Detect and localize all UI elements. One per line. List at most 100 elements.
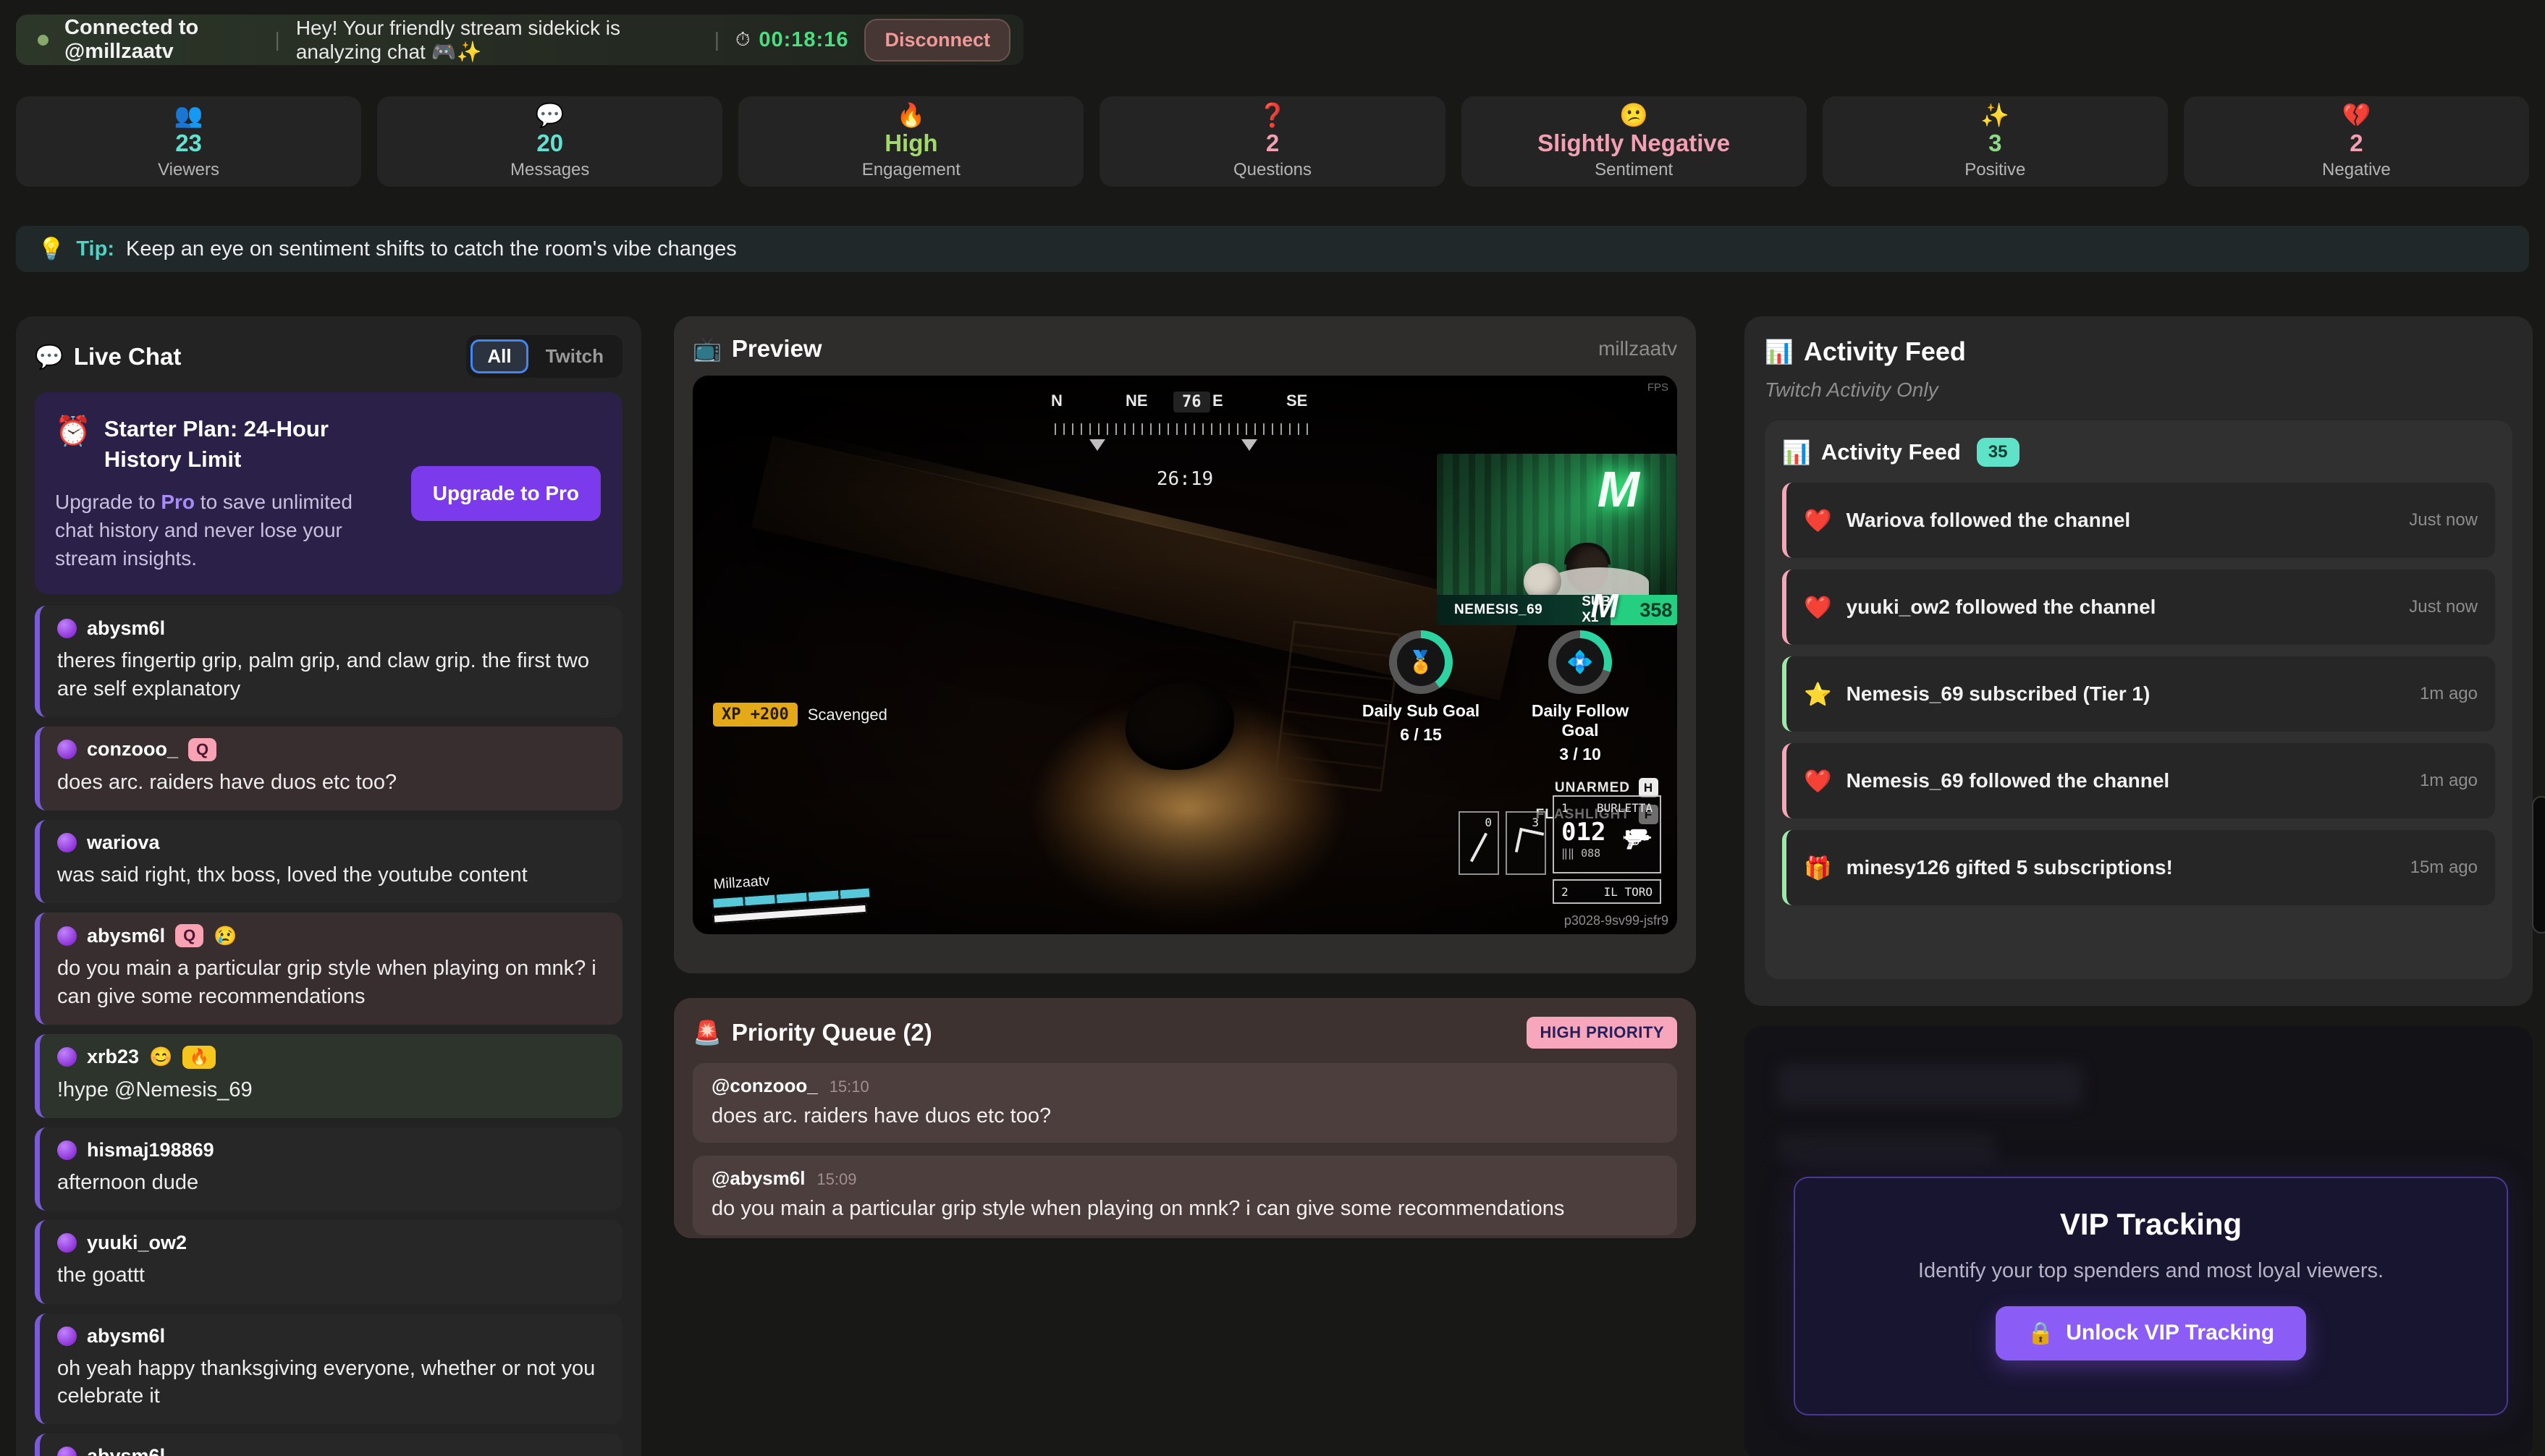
avatar <box>57 833 77 852</box>
xp-badge: XP +200 <box>713 703 798 727</box>
live-chat-title: Live Chat <box>74 343 182 371</box>
avatar <box>57 926 77 946</box>
points-value: 358 <box>1611 595 1677 625</box>
compass-n: N <box>1051 391 1063 410</box>
priority-queue-item[interactable]: @conzooo_ 15:10 does arc. raiders have d… <box>693 1063 1677 1143</box>
queue-timestamp: 15:10 <box>830 1078 869 1096</box>
goal-widget: 💠 Daily Follow Goal 3 / 10 <box>1515 630 1645 764</box>
avatar <box>57 1233 77 1253</box>
activity-event-icon: 🎁 <box>1804 855 1832 881</box>
sentiment-emoji: 😊 <box>149 1046 172 1068</box>
priority-queue-item[interactable]: @abysm6l 15:09 do you main a particular … <box>693 1156 1677 1235</box>
activity-event-icon: ⭐ <box>1804 681 1832 708</box>
stat-icon: 🔥 <box>897 103 926 127</box>
compass-ticks <box>1055 423 1315 435</box>
hype-badge: 🔥 <box>182 1046 215 1069</box>
priority-queue-panel: 🚨 Priority Queue (2) HIGH PRIORITY @conz… <box>674 998 1696 1238</box>
chat-message[interactable]: abysm6l oh yeah happy thanksgiving every… <box>35 1313 622 1425</box>
stream-preview-video: N NE 76 E SE 26:19 FPS XP +200 Scavenged <box>693 376 1677 934</box>
stat-card: ❓ 2 Questions <box>1100 96 1445 187</box>
activity-event-time: 15m ago <box>2410 858 2478 878</box>
vip-locked-panel: VIP Tracking Identify your top spenders … <box>1744 1026 2533 1456</box>
chat-message-text: the goattt <box>57 1261 605 1289</box>
activity-item: ❤️ Nemesis_69 followed the channel 1m ag… <box>1782 743 2495 818</box>
chat-message[interactable]: abysm6l Q 😢 do you main a particular gri… <box>35 913 622 1025</box>
chat-username: xrb23 <box>87 1046 139 1068</box>
activity-event-time: Just now <box>2409 510 2478 530</box>
chat-message[interactable]: xrb23 😊 🔥 !hype @Nemesis_69 <box>35 1034 622 1118</box>
xp-action-label: Scavenged <box>808 706 887 724</box>
ammo-count: 012 <box>1561 818 1605 847</box>
queue-message-text: do you main a particular grip style when… <box>712 1197 1658 1221</box>
tool-slot: 3 <box>1506 811 1546 875</box>
activity-event-text: Nemesis_69 followed the channel <box>1847 769 2170 792</box>
upgrade-to-pro-button[interactable]: Upgrade to Pro <box>411 466 601 521</box>
starter-plan-title: Starter Plan: 24-Hour History Limit <box>104 414 365 475</box>
chat-username: abysm6l <box>87 925 165 947</box>
filter-twitch-button[interactable]: Twitch <box>531 339 618 373</box>
activity-item: ❤️ Wariova followed the channel Just now <box>1782 483 2495 558</box>
chat-message-text: was said right, thx boss, loved the yout… <box>57 861 605 889</box>
compass-se: SE <box>1286 391 1307 410</box>
preview-title: Preview <box>732 335 822 363</box>
high-priority-badge: HIGH PRIORITY <box>1527 1017 1677 1049</box>
unlock-vip-label: Unlock VIP Tracking <box>2066 1321 2274 1345</box>
connected-status-icon <box>38 35 48 46</box>
daily-goals: 🏅 Daily Sub Goal 6 / 15 💠 Daily Follow G… <box>1356 630 1645 764</box>
filter-all-button[interactable]: All <box>470 339 528 373</box>
stat-value: 3 <box>1988 130 2001 157</box>
unlock-vip-button[interactable]: 🔒 Unlock VIP Tracking <box>1996 1306 2306 1360</box>
activity-feed-card: 📊 Activity Feed 35 ❤️ Wariova followed t… <box>1765 420 2512 979</box>
chat-message[interactable]: conzooo_ Q does arc. raiders have duos e… <box>35 727 622 810</box>
activity-event-icon: ❤️ <box>1804 507 1832 534</box>
compass-hud: N NE 76 E SE <box>693 391 1677 416</box>
goal-label: Daily Follow Goal <box>1515 701 1645 740</box>
fps-label: FPS <box>1647 381 1668 394</box>
chat-message[interactable]: abysm6l fingertip grip mouse* <box>35 1434 622 1456</box>
divider: | <box>275 28 280 51</box>
activity-feed-subtitle: Twitch Activity Only <box>1765 378 2512 402</box>
connection-bar: Connected to @millzaatv | Hey! Your frie… <box>16 14 1024 65</box>
stat-card: 💬 20 Messages <box>377 96 722 187</box>
facecam-overlay: M NEMESIS_69 SUB X1 M 358 <box>1437 454 1677 625</box>
goal-widget: 🏅 Daily Sub Goal 6 / 15 <box>1356 630 1486 764</box>
stat-icon: 💔 <box>2342 103 2371 127</box>
chat-username: wariova <box>87 831 160 854</box>
slot-number: 3 <box>1532 816 1539 829</box>
alert-username: NEMESIS_69 <box>1454 602 1542 618</box>
activity-event-text: Wariova followed the channel <box>1847 509 2131 532</box>
chat-message[interactable]: yuuki_ow2 the goattt <box>35 1220 622 1303</box>
chat-message-text: theres fingertip grip, palm grip, and cl… <box>57 647 605 703</box>
chat-message-text: !hype @Nemesis_69 <box>57 1076 605 1104</box>
chat-username: yuuki_ow2 <box>87 1232 187 1254</box>
stat-value: 20 <box>536 130 563 157</box>
activity-list: ❤️ Wariova followed the channel Just now… <box>1782 483 2495 905</box>
tv-icon: 📺 <box>693 335 722 363</box>
chat-message[interactable]: abysm6l theres fingertip grip, palm grip… <box>35 606 622 717</box>
stat-icon: ✨ <box>1980 103 2009 127</box>
scrollbar-thumb[interactable] <box>2532 796 2545 934</box>
ammo-reserve: ‖‖ 088 <box>1561 847 1605 860</box>
goal-icon: 🏅 <box>1407 650 1434 675</box>
queue-message-text: does arc. raiders have duos etc too? <box>712 1104 1658 1128</box>
starter-plan-card: ⏰ Starter Plan: 24-Hour History Limit Up… <box>35 392 622 594</box>
stat-icon: 😕 <box>1619 103 1648 127</box>
stat-card: 👥 23 Viewers <box>16 96 361 187</box>
stat-label: Positive <box>1964 160 2025 180</box>
stat-icon: ❓ <box>1258 103 1287 127</box>
queue-username: @abysm6l <box>712 1167 805 1190</box>
right-column: 📊 Activity Feed Twitch Activity Only 📊 A… <box>1744 316 2533 1456</box>
disconnect-button[interactable]: Disconnect <box>864 19 1010 62</box>
stat-icon: 💬 <box>536 103 565 127</box>
goal-progress-ring: 💠 <box>1548 630 1612 694</box>
stat-card: 😕 Slightly Negative Sentiment <box>1461 96 1807 187</box>
activity-card-title: Activity Feed <box>1821 439 1961 465</box>
chat-icon: 💬 <box>35 343 64 371</box>
knife-icon <box>1470 833 1487 863</box>
compass-e: E <box>1212 391 1223 410</box>
brand-m-logo: M <box>1590 586 1618 625</box>
connection-status: Connected to @millzaatv <box>64 16 259 64</box>
chat-message[interactable]: hismaj198869 afternoon dude <box>35 1127 622 1211</box>
chat-message[interactable]: wariova was said right, thx boss, loved … <box>35 820 622 903</box>
pro-highlight: Pro <box>161 491 195 513</box>
